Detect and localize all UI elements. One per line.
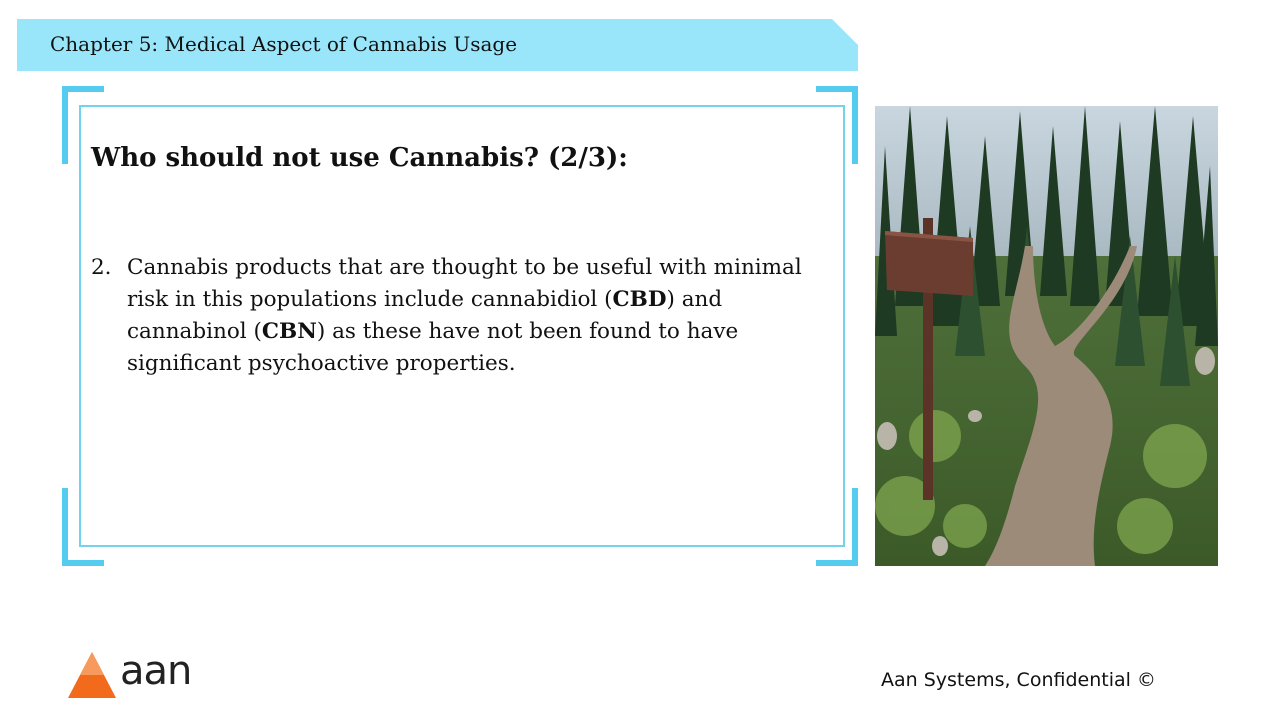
logo-text: aan <box>120 648 192 694</box>
footer-confidential: Aan Systems, Confidential © <box>881 669 1156 691</box>
logo-triangle-icon <box>68 652 116 698</box>
list-item: 2. Cannabis products that are thought to… <box>91 252 833 380</box>
slide-title: Who should not use Cannabis? (2/3): <box>91 143 628 173</box>
list-item-number: 2. <box>91 255 112 280</box>
chapter-title: Chapter 5: Medical Aspect of Cannabis Us… <box>50 32 518 56</box>
forest-path-photo <box>875 106 1218 566</box>
aan-logo: aan <box>68 648 198 700</box>
content-frame: Who should not use Cannabis? (2/3): 2. C… <box>62 86 858 566</box>
list-item-text: Cannabis products that are thought to be… <box>127 252 833 380</box>
cbd-term: CBD <box>612 287 667 312</box>
cbn-term: CBN <box>261 319 317 344</box>
content-box: Who should not use Cannabis? (2/3): 2. C… <box>79 105 845 547</box>
chapter-header-band: Chapter 5: Medical Aspect of Cannabis Us… <box>17 19 858 71</box>
